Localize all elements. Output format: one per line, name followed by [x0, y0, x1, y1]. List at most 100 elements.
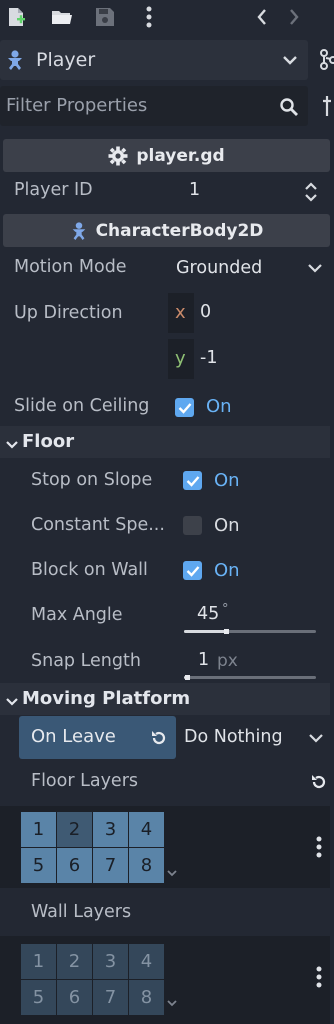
layer-cell[interactable]: 1 — [21, 812, 56, 847]
open-folder-icon[interactable] — [50, 5, 74, 29]
stop-on-slope-checkbox[interactable] — [183, 471, 202, 490]
on-leave-label: On Leave — [31, 726, 116, 747]
checkmark-icon — [178, 402, 191, 414]
floor-layers-label: Floor Layers — [31, 771, 139, 791]
wall-layers-label: Wall Layers — [31, 902, 132, 922]
revert-icon[interactable] — [149, 728, 169, 748]
layer-cell[interactable]: 2 — [57, 944, 92, 979]
side-tools — [310, 34, 334, 126]
layer-cell[interactable]: 1 — [21, 944, 56, 979]
chevron-down-icon — [280, 52, 300, 68]
class-section-header[interactable]: CharacterBody2D — [3, 214, 330, 247]
on-leave-property[interactable]: On Leave — [19, 716, 176, 759]
chevron-down-icon — [6, 435, 18, 454]
checkmark-icon — [186, 475, 199, 487]
x-axis-label: x — [175, 302, 186, 323]
layer-cell[interactable]: 7 — [93, 848, 128, 883]
floor-section-header[interactable]: Floor — [0, 426, 330, 458]
slide-on-ceiling-label: Slide on Ceiling — [14, 396, 150, 416]
constant-speed-label: Constant Spe... — [31, 515, 165, 535]
block-on-wall-checkbox[interactable] — [183, 561, 202, 580]
floor-section-title: Floor — [22, 431, 75, 452]
more-vertical-icon[interactable] — [310, 834, 328, 860]
layer-cell[interactable]: 5 — [21, 848, 56, 883]
history-back-icon[interactable] — [250, 5, 274, 29]
script-section-header[interactable]: player.gd — [3, 139, 330, 172]
on-leave-dropdown[interactable]: Do Nothing — [177, 716, 330, 759]
expand-chevron-icon[interactable] — [165, 866, 179, 880]
layer-cell[interactable]: 6 — [57, 980, 92, 1015]
up-direction-label: Up Direction — [14, 303, 123, 323]
gear-icon — [108, 146, 128, 166]
new-script-icon[interactable] — [4, 5, 28, 29]
node-selector[interactable]: Player — [0, 40, 308, 80]
y-axis-label: y — [175, 348, 186, 369]
inspector-toolbar — [0, 0, 334, 34]
history-forward-icon[interactable] — [282, 5, 306, 29]
constant-speed-checkbox[interactable] — [183, 516, 202, 535]
chevron-down-icon — [6, 692, 18, 711]
node-name: Player — [36, 49, 96, 71]
block-on-wall-label: Block on Wall — [31, 560, 148, 580]
layer-cell[interactable]: 3 — [93, 944, 128, 979]
moving-platform-section-header[interactable]: Moving Platform — [0, 683, 330, 715]
class-name: CharacterBody2D — [95, 220, 264, 241]
up-direction-x-value[interactable]: 0 — [200, 302, 211, 322]
player-id-label: Player ID — [14, 180, 93, 200]
max-angle-unit: ° — [222, 602, 229, 617]
slider-fill — [184, 630, 226, 633]
up-direction-y-value[interactable]: -1 — [200, 348, 217, 368]
max-angle-slider[interactable]: 45 ° — [178, 598, 330, 636]
slide-on-ceiling-checkbox[interactable] — [175, 398, 194, 417]
motion-mode-label: Motion Mode — [14, 257, 127, 277]
snap-length-value: 1 — [198, 650, 210, 670]
node-tree-icon[interactable] — [318, 48, 334, 72]
snap-length-slider[interactable]: 1 px — [178, 644, 330, 682]
character-body-icon — [70, 221, 88, 241]
layer-cell[interactable]: 8 — [129, 848, 164, 883]
stop-on-slope-state: On — [214, 470, 240, 491]
layer-cell[interactable]: 3 — [93, 812, 128, 847]
motion-mode-value: Grounded — [176, 258, 263, 278]
layer-cell[interactable]: 4 — [129, 944, 164, 979]
on-leave-value: Do Nothing — [184, 727, 283, 747]
layer-cell[interactable]: 2 — [57, 812, 92, 847]
max-angle-value: 45 — [197, 604, 220, 624]
motion-mode-dropdown[interactable]: Grounded — [168, 250, 330, 286]
floor-layers-grid: 1 2 3 4 5 6 7 8 — [21, 812, 164, 883]
filter-properties-input[interactable]: Filter Properties — [0, 86, 308, 126]
slide-on-ceiling-state: On — [206, 396, 232, 417]
moving-platform-section-title: Moving Platform — [22, 688, 191, 709]
slider-track — [184, 676, 316, 679]
slider-grabber[interactable] — [224, 629, 229, 634]
search-icon[interactable] — [278, 96, 300, 118]
layer-cell[interactable]: 4 — [129, 812, 164, 847]
snap-length-label: Snap Length — [31, 651, 141, 671]
revert-icon[interactable] — [308, 770, 330, 794]
layer-cell[interactable]: 6 — [57, 848, 92, 883]
tool-icon[interactable] — [320, 94, 334, 118]
script-name: player.gd — [136, 145, 225, 166]
chevron-down-icon — [306, 260, 324, 276]
y-axis-box: y — [168, 339, 194, 379]
wall-layers-grid: 1 2 3 4 5 6 7 8 — [21, 944, 164, 1015]
stop-on-slope-label: Stop on Slope — [31, 470, 153, 490]
more-vertical-icon[interactable] — [137, 5, 161, 29]
filter-placeholder: Filter Properties — [6, 95, 148, 116]
chevron-down-icon — [307, 730, 325, 746]
max-angle-label: Max Angle — [31, 605, 123, 625]
layer-cell[interactable]: 7 — [93, 980, 128, 1015]
player-id-value[interactable]: 1 — [189, 180, 200, 200]
layer-cell[interactable]: 5 — [21, 980, 56, 1015]
slider-grabber[interactable] — [185, 675, 190, 680]
expand-chevron-icon[interactable] — [165, 996, 179, 1010]
spinner-arrows-icon[interactable] — [302, 180, 320, 204]
save-icon[interactable] — [93, 5, 117, 29]
block-on-wall-state: On — [214, 560, 240, 581]
snap-length-unit: px — [217, 651, 238, 671]
x-axis-box: x — [168, 293, 194, 333]
constant-speed-state: On — [214, 515, 240, 536]
checkmark-icon — [186, 565, 199, 577]
more-vertical-icon[interactable] — [310, 964, 328, 990]
layer-cell[interactable]: 8 — [129, 980, 164, 1015]
